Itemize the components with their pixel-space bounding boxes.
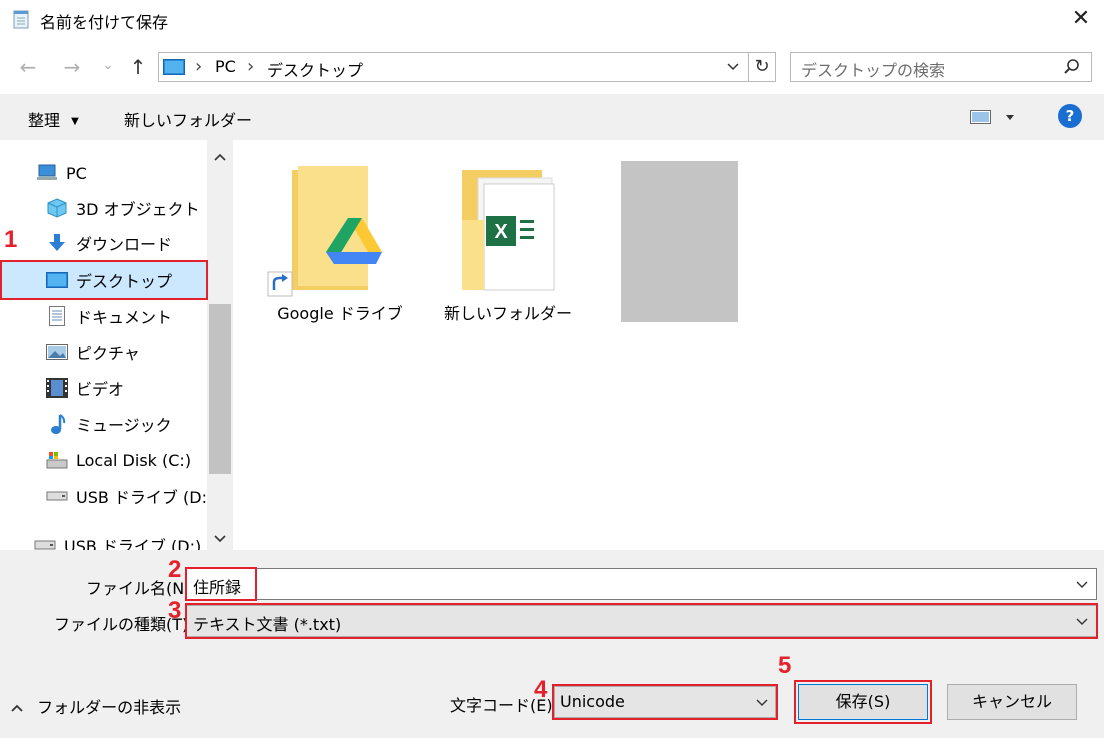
- address-bar[interactable]: › PC › デスクトップ: [158, 52, 776, 82]
- back-button[interactable]: ←: [16, 54, 40, 80]
- annotation-box-2: [185, 567, 257, 601]
- title-bar: 名前を付けて保存 ✕: [0, 0, 1104, 40]
- annotation-box-3: [185, 603, 1098, 639]
- address-dropdown-icon[interactable]: [725, 58, 741, 80]
- close-button[interactable]: ✕: [1068, 4, 1094, 34]
- local-disk-icon: [46, 449, 68, 471]
- annotation-number-5: 5: [778, 652, 792, 679]
- breadcrumb-pc[interactable]: PC: [215, 57, 236, 76]
- sidebar-item-documents[interactable]: ドキュメント: [46, 300, 172, 332]
- search-input[interactable]: デスクトップの検索: [801, 57, 945, 81]
- scrollbar-thumb[interactable]: [209, 304, 231, 474]
- breadcrumb-desktop[interactable]: デスクトップ: [267, 57, 363, 81]
- blank-thumbnail[interactable]: [621, 161, 738, 322]
- download-icon: [46, 232, 68, 254]
- sidebar-item-usb-drive[interactable]: USB ドライブ (D:): [46, 480, 213, 512]
- refresh-button[interactable]: ↻: [748, 52, 776, 82]
- pc-icon: [36, 162, 58, 184]
- 3d-objects-icon: [46, 197, 68, 219]
- annotation-box-1: [0, 260, 208, 300]
- notepad-icon: [12, 9, 30, 29]
- forward-button[interactable]: →: [60, 54, 84, 80]
- search-icon[interactable]: [1063, 58, 1081, 80]
- breadcrumb-separator: ›: [195, 56, 203, 77]
- new-folder-button[interactable]: 新しいフォルダー: [124, 107, 252, 131]
- chevron-up-icon: [10, 699, 24, 718]
- desktop-icon: [163, 59, 185, 75]
- organize-button[interactable]: 整理 ▼: [28, 107, 79, 131]
- chevron-down-icon[interactable]: [1075, 577, 1089, 596]
- annotation-number-4: 4: [534, 676, 548, 703]
- dropdown-arrow-icon: ▼: [71, 116, 79, 127]
- breadcrumb-separator: ›: [247, 56, 255, 77]
- music-icon: [46, 413, 68, 435]
- sidebar-item-music[interactable]: ミュージック: [46, 408, 172, 440]
- usb-drive-icon: [46, 485, 68, 507]
- window-title: 名前を付けて保存: [40, 13, 169, 32]
- recent-locations-button[interactable]: ⌄: [96, 52, 120, 78]
- up-button[interactable]: ↑: [126, 54, 150, 80]
- organize-label: 整理: [28, 111, 61, 130]
- excel-folder-icon: X: [438, 160, 578, 304]
- navigation-pane: PC 3D オブジェクト ダウンロード デスクトップ ドキュメント ピクチャ ビ…: [0, 140, 234, 550]
- file-item-new-folder[interactable]: X 新しいフォルダー: [438, 160, 578, 330]
- svg-text:X: X: [494, 221, 508, 243]
- search-box[interactable]: デスクトップの検索: [790, 52, 1092, 82]
- annotation-number-3: 3: [168, 597, 182, 624]
- hide-folders-button[interactable]: フォルダーの非表示: [10, 694, 181, 718]
- file-label: Google ドライブ: [277, 304, 403, 323]
- hide-folders-label: フォルダーの非表示: [37, 698, 182, 717]
- annotation-number-2: 2: [168, 556, 182, 583]
- sidebar-item-downloads[interactable]: ダウンロード: [46, 227, 172, 259]
- sidebar-item-pc[interactable]: PC: [36, 157, 87, 189]
- file-label: 新しいフォルダー: [443, 304, 572, 323]
- annotation-box-4: [552, 684, 778, 720]
- scroll-down-icon[interactable]: [212, 530, 228, 549]
- toolbar: 整理 ▼ 新しいフォルダー ?: [0, 94, 1104, 140]
- sidebar-item-3d-objects[interactable]: 3D オブジェクト: [46, 192, 200, 224]
- view-options-icon[interactable]: [970, 110, 1018, 130]
- sidebar-item-usb-drive-2[interactable]: USB ドライブ (D:): [34, 529, 201, 550]
- sidebar-item-local-disk[interactable]: Local Disk (C:): [46, 444, 191, 476]
- scroll-up-icon[interactable]: [212, 148, 228, 167]
- video-icon: [46, 377, 68, 399]
- pictures-icon: [46, 341, 68, 363]
- annotation-number-1: 1: [4, 226, 18, 253]
- usb-drive-icon: [34, 534, 56, 550]
- file-item-google-drive[interactable]: Google ドライブ: [260, 160, 420, 330]
- filename-field[interactable]: 住所録: [186, 568, 1097, 600]
- cancel-button[interactable]: キャンセル: [947, 684, 1077, 720]
- google-drive-folder-icon: [260, 160, 400, 304]
- help-icon[interactable]: ?: [1058, 104, 1082, 128]
- sidebar-item-videos[interactable]: ビデオ: [46, 372, 124, 404]
- annotation-box-5: [794, 680, 932, 724]
- document-icon: [46, 305, 68, 327]
- sidebar-item-pictures[interactable]: ピクチャ: [46, 336, 140, 368]
